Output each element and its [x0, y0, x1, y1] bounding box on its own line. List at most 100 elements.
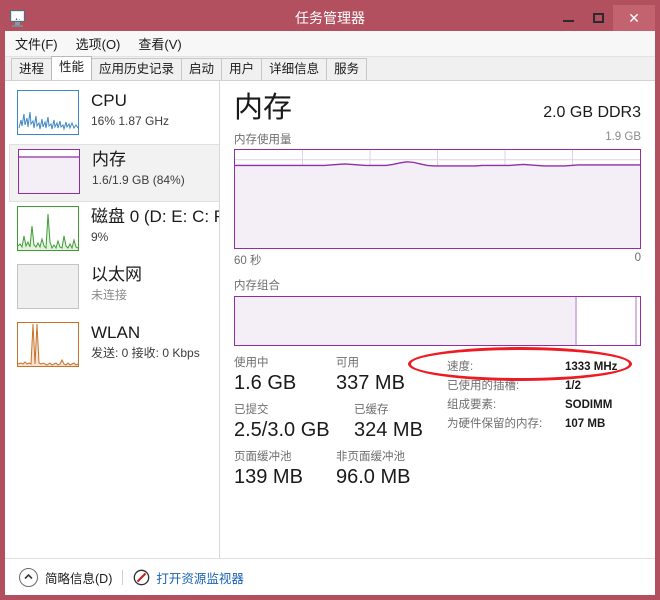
stat-available-label: 可用	[336, 357, 359, 369]
memory-stats: 使用中 1.6 GB 可用 337 MB 已提交 2.5/3.0 GB 已缓存 …	[234, 347, 641, 497]
sidebar-item-ethernet[interactable]: 以太网 未连接	[5, 260, 219, 318]
detail-slots-used-value: 1/2	[565, 380, 581, 392]
stat-committed-label: 已提交	[234, 404, 269, 416]
stat-committed: 已提交 2.5/3.0 GB	[234, 403, 354, 443]
tab-startup[interactable]: 启动	[181, 58, 223, 80]
detail-row-slots-used: 已使用的插槽: 1/2	[447, 377, 641, 396]
task-manager-window: 任务管理器 ✕ 文件(F) 选项(O) 查看(V) 进程 性能 应用历史记录 启…	[0, 0, 660, 600]
detail-speed-value: 1333 MHz	[565, 361, 618, 373]
sidebar-item-cpu-sub: 16% 1.87 GHz	[91, 114, 170, 128]
window-controls: ✕	[553, 5, 655, 31]
minimize-icon	[562, 20, 574, 22]
footer-divider	[122, 569, 124, 585]
detail-hardware-reserved-value: 107 MB	[565, 418, 606, 430]
usage-area-fill	[235, 161, 640, 248]
stat-in-use-label: 使用中	[234, 357, 269, 369]
footer-bar: 简略信息(D) 打开资源监视器	[5, 558, 655, 595]
sidebar-item-disk-sub: 9%	[91, 230, 109, 244]
ethernet-thumbnail-icon	[17, 264, 79, 309]
sidebar-item-disk-title: 磁盘 0 (D: E: C: F:	[91, 207, 219, 226]
stat-paged-pool: 页面缓冲池 139 MB	[234, 450, 336, 490]
stat-nonpaged-pool: 非页面缓冲池 96.0 MB	[336, 450, 438, 490]
resource-monitor-icon[interactable]	[133, 569, 150, 586]
fewer-details-button[interactable]: 简略信息(D)	[45, 568, 112, 587]
sidebar-item-disk[interactable]: 磁盘 0 (D: E: C: F: 9%	[5, 202, 219, 260]
sidebar-item-wlan-sub: 发送: 0 接收: 0 Kbps	[91, 346, 200, 360]
usage-graph-axis: 60 秒 0	[234, 252, 641, 268]
stat-row-1: 使用中 1.6 GB 可用 337 MB	[234, 356, 439, 396]
stat-available-value: 337 MB	[336, 372, 405, 394]
close-icon: ✕	[628, 10, 640, 26]
usage-graph-label: 内存使用量	[234, 134, 292, 146]
maximize-icon	[592, 13, 604, 23]
axis-label-left: 60 秒	[234, 255, 262, 267]
detail-form-factor-value: SODIMM	[565, 399, 613, 411]
sidebar-item-ethernet-title: 以太网	[91, 265, 142, 284]
memory-composition-label: 内存组合	[234, 280, 280, 292]
cpu-thumbnail-icon	[17, 90, 79, 135]
sidebar-item-memory-sub: 1.6/1.9 GB (84%)	[92, 173, 185, 187]
memory-detail-panel: 内存 2.0 GB DDR3 内存使用量 1.9 GB 60 秒 0 内存组合	[220, 81, 655, 558]
stat-committed-value: 2.5/3.0 GB	[234, 419, 330, 441]
menu-item-file[interactable]: 文件(F)	[15, 34, 58, 53]
memory-hardware-summary: 2.0 GB DDR3	[543, 104, 641, 121]
task-manager-monitor-icon	[7, 7, 29, 29]
chevron-up-icon[interactable]	[19, 567, 38, 587]
wlan-thumbnail-icon	[17, 322, 79, 367]
menu-item-view[interactable]: 查看(V)	[138, 34, 181, 53]
stat-in-use: 使用中 1.6 GB	[234, 356, 336, 396]
detail-row-speed: 速度: 1333 MHz	[447, 358, 641, 377]
stat-in-use-value: 1.6 GB	[234, 372, 297, 394]
stat-nonpaged-pool-value: 96.0 MB	[336, 466, 411, 488]
stat-paged-pool-label: 页面缓冲池	[234, 451, 292, 463]
detail-speed-label: 速度:	[447, 361, 474, 373]
axis-label-right: 0	[634, 252, 641, 264]
menu-item-options[interactable]: 选项(O)	[76, 34, 121, 53]
usage-graph-max: 1.9 GB	[605, 131, 641, 143]
tab-details[interactable]: 详细信息	[261, 58, 328, 80]
tab-app-history[interactable]: 应用历史记录	[91, 58, 183, 80]
menu-bar: 文件(F) 选项(O) 查看(V)	[5, 31, 655, 57]
title-bar: 任务管理器 ✕	[5, 5, 655, 31]
sidebar-item-memory-title: 内存	[92, 150, 126, 169]
sidebar-item-ethernet-sub: 未连接	[91, 288, 128, 302]
sidebar-item-cpu[interactable]: CPU 16% 1.87 GHz	[5, 86, 219, 144]
resource-sidebar: CPU 16% 1.87 GHz 内存 1.6/1.9 GB (84%) 磁盘 …	[5, 81, 220, 558]
detail-form-factor-label: 组成要素:	[447, 399, 497, 411]
content-area: CPU 16% 1.87 GHz 内存 1.6/1.9 GB (84%) 磁盘 …	[5, 81, 655, 558]
composition-divider	[635, 297, 637, 345]
sidebar-item-cpu-title: CPU	[91, 91, 127, 110]
stat-paged-pool-value: 139 MB	[234, 466, 303, 488]
tab-strip: 进程 性能 应用历史记录 启动 用户 详细信息 服务	[5, 56, 655, 81]
detail-hardware-reserved-label: 为硬件保留的内存:	[447, 418, 543, 430]
sidebar-item-wlan-title: WLAN	[91, 323, 141, 342]
memory-composition-bar[interactable]	[234, 296, 641, 346]
memory-stats-left: 使用中 1.6 GB 可用 337 MB 已提交 2.5/3.0 GB 已缓存 …	[234, 356, 439, 497]
stat-nonpaged-pool-label: 非页面缓冲池	[336, 451, 405, 463]
tab-users[interactable]: 用户	[221, 58, 263, 80]
stat-available: 可用 337 MB	[336, 356, 438, 396]
tab-processes[interactable]: 进程	[11, 58, 53, 80]
stat-row-2: 已提交 2.5/3.0 GB 已缓存 324 MB	[234, 403, 439, 443]
detail-row-hardware-reserved: 为硬件保留的内存: 107 MB	[447, 415, 641, 434]
open-resource-monitor-link[interactable]: 打开资源监视器	[156, 568, 244, 587]
sidebar-item-memory[interactable]: 内存 1.6/1.9 GB (84%)	[9, 144, 219, 202]
tab-services[interactable]: 服务	[326, 58, 368, 80]
memory-hardware-details: 速度: 1333 MHz 已使用的插槽: 1/2 组成要素: SODIMM 为硬…	[408, 347, 641, 497]
detail-row-form-factor: 组成要素: SODIMM	[447, 396, 641, 415]
disk-thumbnail-icon	[17, 206, 79, 251]
tab-performance[interactable]: 性能	[51, 56, 93, 80]
usage-graph-caption: 内存使用量 1.9 GB	[234, 131, 641, 147]
composition-segment-in-use	[235, 297, 578, 345]
close-button[interactable]: ✕	[613, 5, 655, 31]
stat-row-3: 页面缓冲池 139 MB 非页面缓冲池 96.0 MB	[234, 450, 439, 490]
page-title: 内存	[234, 92, 293, 124]
panel-header: 内存 2.0 GB DDR3	[234, 91, 641, 125]
memory-thumbnail-icon	[18, 149, 80, 194]
maximize-button[interactable]	[583, 5, 613, 31]
sidebar-item-wlan[interactable]: WLAN 发送: 0 接收: 0 Kbps	[5, 318, 219, 376]
detail-slots-used-label: 已使用的插槽:	[447, 380, 520, 392]
minimize-button[interactable]	[553, 5, 583, 31]
memory-usage-graph	[234, 149, 641, 249]
memory-usage-plot	[235, 150, 640, 248]
